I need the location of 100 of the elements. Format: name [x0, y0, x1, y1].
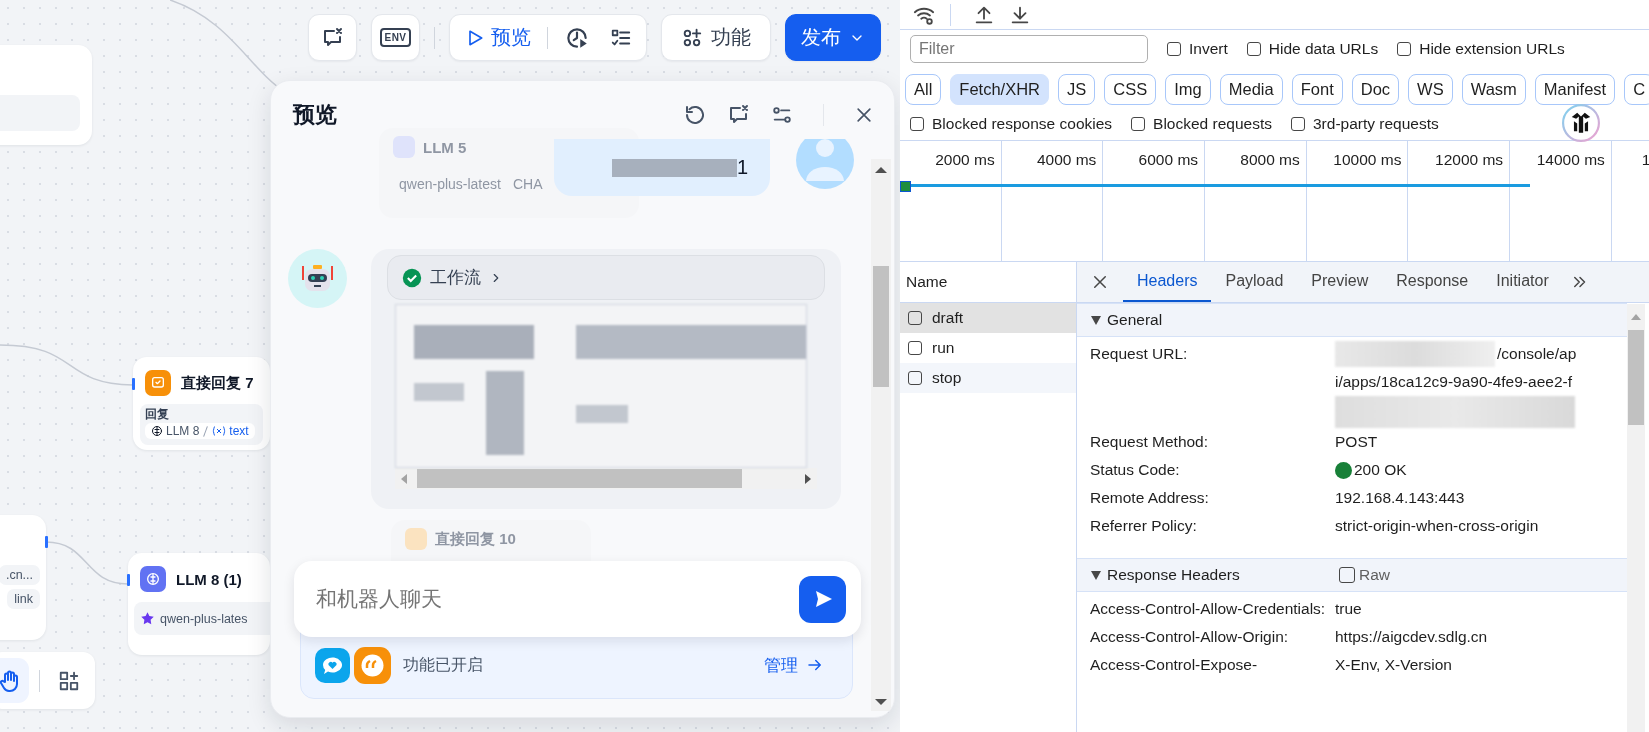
- connection-handle[interactable]: [127, 574, 130, 586]
- faded-node-icon: [405, 528, 427, 550]
- model-name: qwen-plus-lates: [160, 611, 248, 626]
- type-filter-chip[interactable]: Media: [1219, 73, 1283, 105]
- section-header[interactable]: General: [1077, 303, 1627, 337]
- filter-option[interactable]: Hide data URLs: [1246, 40, 1379, 58]
- detail-tab[interactable]: Payload: [1211, 262, 1298, 302]
- type-filter-chip[interactable]: JS: [1058, 73, 1096, 105]
- expand-triangle-icon[interactable]: [1091, 570, 1101, 580]
- user-avatar: [796, 139, 854, 189]
- publish-button[interactable]: 发布: [785, 14, 881, 61]
- type-filter-chip[interactable]: Fetch/XHR: [950, 73, 1050, 105]
- header-name: Access-Control-Expose-: [1090, 655, 1259, 675]
- faded-node-title: LLM 5: [423, 138, 467, 156]
- variable-icon: [212, 425, 227, 437]
- node-tag: link: [7, 589, 40, 609]
- connection-handle[interactable]: [45, 536, 48, 548]
- hand-tool-button[interactable]: [0, 658, 30, 703]
- filter-option[interactable]: Invert: [1167, 40, 1228, 58]
- header-name: Referrer Policy:: [1090, 516, 1198, 536]
- close-icon: [854, 105, 874, 125]
- timeline-tick: 6000 ms: [1138, 151, 1199, 168]
- type-filter-chip[interactable]: Font: [1291, 73, 1343, 105]
- type-filter-chip[interactable]: WS: [1408, 73, 1453, 105]
- node-title: 直接回复 7: [181, 373, 254, 393]
- header-value: true: [1335, 599, 1363, 619]
- send-button[interactable]: [799, 575, 846, 623]
- header-name: Request Method:: [1090, 432, 1210, 452]
- header-value: strict-origin-when-cross-origin: [1335, 516, 1540, 536]
- checkbox[interactable]: [910, 117, 924, 131]
- features-icon: [681, 26, 703, 49]
- filter-option[interactable]: 3rd-party requests: [1291, 115, 1439, 133]
- type-filter-chip[interactable]: Img: [1165, 73, 1211, 105]
- header-value: POST: [1335, 432, 1379, 452]
- timeline-tick: 10000 ms: [1333, 151, 1402, 168]
- workflow-status[interactable]: 工作流: [387, 255, 825, 300]
- filter-field[interactable]: Filter: [910, 35, 1148, 63]
- quote-icon: [354, 646, 391, 684]
- variables-button[interactable]: [771, 104, 793, 126]
- vertical-scrollbar[interactable]: [1627, 304, 1645, 732]
- header-value: https://aigcdev.sdlg.cn: [1335, 627, 1489, 647]
- checkbox[interactable]: [1246, 42, 1261, 56]
- timeline-tick: 8000 ms: [1240, 151, 1300, 168]
- workflow-node[interactable]: LLM 8 (1) qwen-plus-lates: [128, 553, 270, 655]
- faded-model-name: qwen-plus-latest: [399, 176, 501, 192]
- sliders-icon: [771, 104, 793, 126]
- timeline-tick: 4000 ms: [1036, 151, 1097, 168]
- header-value: 192.168.4.143:443: [1335, 488, 1466, 508]
- checkbox[interactable]: [1397, 42, 1412, 56]
- connection-handle[interactable]: [132, 378, 135, 390]
- detail-tab[interactable]: Response: [1382, 262, 1483, 302]
- request-row[interactable]: stop: [900, 363, 1076, 393]
- checkbox[interactable]: [1131, 117, 1146, 131]
- type-filter-chip[interactable]: CSS: [1104, 73, 1157, 105]
- refresh-icon: [683, 103, 707, 127]
- type-filter-chip[interactable]: All: [905, 73, 942, 105]
- type-filter-chip[interactable]: Doc: [1351, 73, 1400, 105]
- header-name: Request URL:: [1090, 344, 1189, 364]
- preview-button[interactable]: 预览: [460, 24, 535, 51]
- raw-toggle[interactable]: Raw: [1339, 566, 1390, 584]
- message-text: 1: [736, 156, 748, 179]
- logo-icon[interactable]: [1562, 104, 1600, 142]
- faded-node-tag: CHA: [512, 176, 543, 192]
- field-label: 回复: [145, 406, 170, 423]
- chat-input-field[interactable]: 和机器人聊天: [314, 586, 799, 612]
- filter-option[interactable]: Hide extension URLs: [1397, 40, 1565, 58]
- section-header[interactable]: Response Headers Raw: [1077, 558, 1627, 592]
- horizontal-scrollbar[interactable]: [395, 468, 817, 489]
- type-filter-chip[interactable]: C: [1624, 73, 1649, 105]
- type-filter-chip[interactable]: Wasm: [1461, 73, 1526, 105]
- type-filter-chip[interactable]: Manifest: [1534, 73, 1616, 105]
- expand-triangle-icon[interactable]: [1091, 315, 1101, 325]
- filter-option[interactable]: Blocked response cookies: [910, 115, 1113, 133]
- restart-button[interactable]: [683, 103, 707, 127]
- model-icon: [140, 611, 155, 626]
- llm-icon: [151, 425, 163, 437]
- timeline-tick: 12000 ms: [1435, 151, 1504, 168]
- detail-tab[interactable]: Initiator: [1482, 262, 1563, 302]
- chat-input-box[interactable]: 和机器人聊天: [294, 561, 861, 637]
- faded-node-title: 直接回复 10: [435, 529, 516, 549]
- header-value: /console/ap: [1497, 344, 1577, 364]
- column-header: Name: [906, 273, 948, 291]
- checkbox[interactable]: [1291, 117, 1305, 131]
- manage-link[interactable]: 管理: [764, 653, 824, 677]
- env-button[interactable]: ENV: [371, 14, 420, 61]
- vertical-scrollbar[interactable]: [871, 159, 891, 711]
- node-tag: .cn...: [0, 565, 40, 585]
- clear-chat-button[interactable]: [308, 14, 357, 61]
- workflow-node[interactable]: 直接回复 7 回复 LLM 8 text: [133, 357, 270, 450]
- features-button[interactable]: 功能: [661, 14, 771, 61]
- timeline-marker: [900, 181, 911, 192]
- checkbox[interactable]: [1339, 567, 1355, 583]
- checkbox[interactable]: [1167, 42, 1181, 56]
- timeline-tick: 2000 ms: [935, 151, 995, 168]
- header-value: i/apps/18ca12c9-9a90-4fe9-aee2-f: [1335, 372, 1573, 392]
- detail-tab[interactable]: Preview: [1297, 262, 1383, 302]
- filter-option[interactable]: Blocked requests: [1131, 115, 1272, 133]
- header-name: Access-Control-Allow-Origin:: [1090, 627, 1290, 647]
- request-row[interactable]: draft: [900, 303, 1076, 333]
- close-button[interactable]: [854, 105, 874, 125]
